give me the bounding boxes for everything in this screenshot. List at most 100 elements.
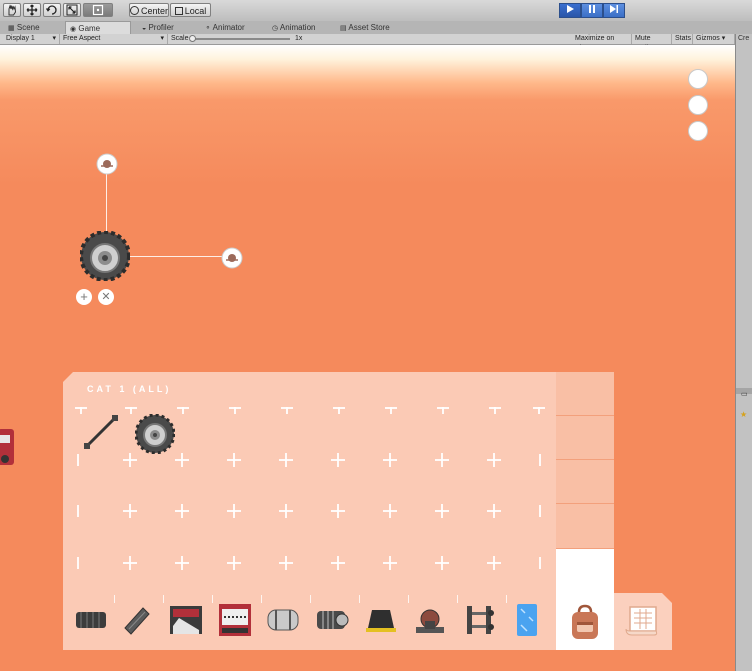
slot-marker <box>123 453 137 467</box>
slot-marker <box>227 556 241 570</box>
slot-marker <box>435 556 449 570</box>
category-frame[interactable] <box>461 602 497 638</box>
category-track[interactable] <box>73 602 109 638</box>
grid-edge-marker <box>77 454 79 466</box>
play-icon <box>567 5 574 13</box>
category-anchor[interactable] <box>412 602 448 638</box>
slot-marker <box>487 556 501 570</box>
plus-icon: + <box>80 289 88 304</box>
category-separator <box>163 595 164 603</box>
pivot-center-button[interactable]: Center <box>129 3 169 17</box>
add-part-button[interactable]: + <box>76 289 92 305</box>
pivot-label: Center <box>141 6 169 16</box>
hand-tool-button[interactable] <box>3 3 21 17</box>
star-icon: ★ <box>740 410 748 419</box>
grid-edge-marker <box>539 505 541 517</box>
strut-icon <box>84 415 118 449</box>
vertical-joint-line <box>106 172 107 236</box>
inventory-slot-wheel[interactable] <box>135 414 175 454</box>
side-tab-2[interactable] <box>556 416 614 459</box>
category-crate[interactable] <box>217 602 253 638</box>
menu-circle-button-1[interactable] <box>688 69 708 89</box>
category-barrel[interactable] <box>265 602 301 638</box>
space-local-button[interactable]: Local <box>170 3 211 17</box>
display-dropdown[interactable]: Display 1 ▾ <box>3 34 60 44</box>
inventory-bag-tab[interactable] <box>556 549 614 650</box>
grid-marker <box>281 407 293 419</box>
rotate-tool-button[interactable] <box>43 3 61 17</box>
category-side-tabs <box>556 372 614 549</box>
category-engine[interactable] <box>314 602 350 638</box>
animator-icon: ⚬ <box>205 25 211 32</box>
maximize-on-play-toggle[interactable]: Maximize on Play <box>572 34 632 52</box>
red-machine-partial <box>0 425 16 469</box>
pause-button[interactable] <box>581 3 603 18</box>
crate-icon <box>219 604 251 636</box>
tab-asset-store[interactable]: ▤ Asset Store <box>336 21 406 34</box>
tab-profiler[interactable]: ◒ Profiler <box>138 21 202 34</box>
blueprint-tab[interactable] <box>614 593 672 650</box>
anchor-icon <box>416 609 444 633</box>
side-tab-4[interactable] <box>556 504 614 548</box>
slot-marker <box>331 453 345 467</box>
slot-marker <box>487 453 501 467</box>
slot-marker <box>331 556 345 570</box>
gizmos-label: Gizmos <box>696 35 720 42</box>
chevron-down-icon: ▾ <box>52 35 56 42</box>
category-separator <box>114 595 115 603</box>
grid-marker <box>177 407 189 419</box>
scale-slider-track[interactable] <box>190 38 290 40</box>
placed-wheel[interactable] <box>79 230 131 282</box>
machine-icon <box>0 429 14 465</box>
aspect-dropdown[interactable]: Free Aspect ▾ <box>60 34 168 44</box>
scale-value: 1x <box>295 35 303 42</box>
wheel-icon <box>79 230 131 282</box>
category-block[interactable] <box>363 602 399 638</box>
grid-marker <box>489 407 501 419</box>
stats-toggle[interactable]: Stats <box>672 34 693 44</box>
frame-icon <box>467 606 494 634</box>
side-tab-1[interactable] <box>556 372 614 415</box>
mute-audio-toggle[interactable]: Mute audio <box>632 34 672 52</box>
tab-scene[interactable]: ▦ Scene <box>4 21 66 34</box>
chevron-down-icon: ▾ <box>721 35 726 42</box>
menu-circle-button-2[interactable] <box>688 95 708 115</box>
slot-marker <box>435 504 449 518</box>
category-plank[interactable] <box>119 602 155 638</box>
joint-handle-icon <box>96 153 118 175</box>
grid-marker <box>333 407 345 419</box>
rotate-icon <box>45 5 57 15</box>
rect-tool-button[interactable] <box>83 3 113 17</box>
grid-marker <box>229 407 241 419</box>
side-tab-3[interactable] <box>556 460 614 503</box>
slot-marker <box>123 504 137 518</box>
attach-joint-handle-right[interactable] <box>221 247 243 269</box>
move-tool-button[interactable] <box>23 3 41 17</box>
pivot-icon <box>130 6 139 15</box>
scale-tool-button[interactable] <box>63 3 81 17</box>
play-button[interactable] <box>559 3 581 18</box>
tab-animation[interactable]: ◷ Animation <box>268 21 338 34</box>
menu-circle-button-3[interactable] <box>688 121 708 141</box>
tab-animator[interactable]: ⚬ Animator <box>201 21 269 34</box>
category-ice-block[interactable] <box>509 602 545 638</box>
create-label: Cre <box>738 35 750 42</box>
hand-icon <box>8 4 17 16</box>
category-sawblade[interactable] <box>168 602 204 638</box>
tab-asset-store-label: Asset Store <box>348 23 390 32</box>
tab-game[interactable]: ◉ Game <box>65 21 131 35</box>
attach-joint-handle-top[interactable] <box>96 153 118 175</box>
category-separator <box>212 595 213 603</box>
remove-part-button[interactable]: ✕ <box>98 289 114 305</box>
space-label: Local <box>184 6 207 16</box>
slot-marker <box>175 556 189 570</box>
pause-icon <box>589 5 595 13</box>
category-separator <box>310 595 311 603</box>
gizmos-dropdown[interactable]: Gizmos ▾ <box>693 34 735 44</box>
slot-marker <box>123 556 137 570</box>
step-button[interactable] <box>603 3 625 18</box>
inventory-slot-strut[interactable] <box>83 414 119 450</box>
category-separator <box>359 595 360 603</box>
scale-slider-thumb[interactable] <box>189 35 196 42</box>
step-icon <box>610 5 618 13</box>
